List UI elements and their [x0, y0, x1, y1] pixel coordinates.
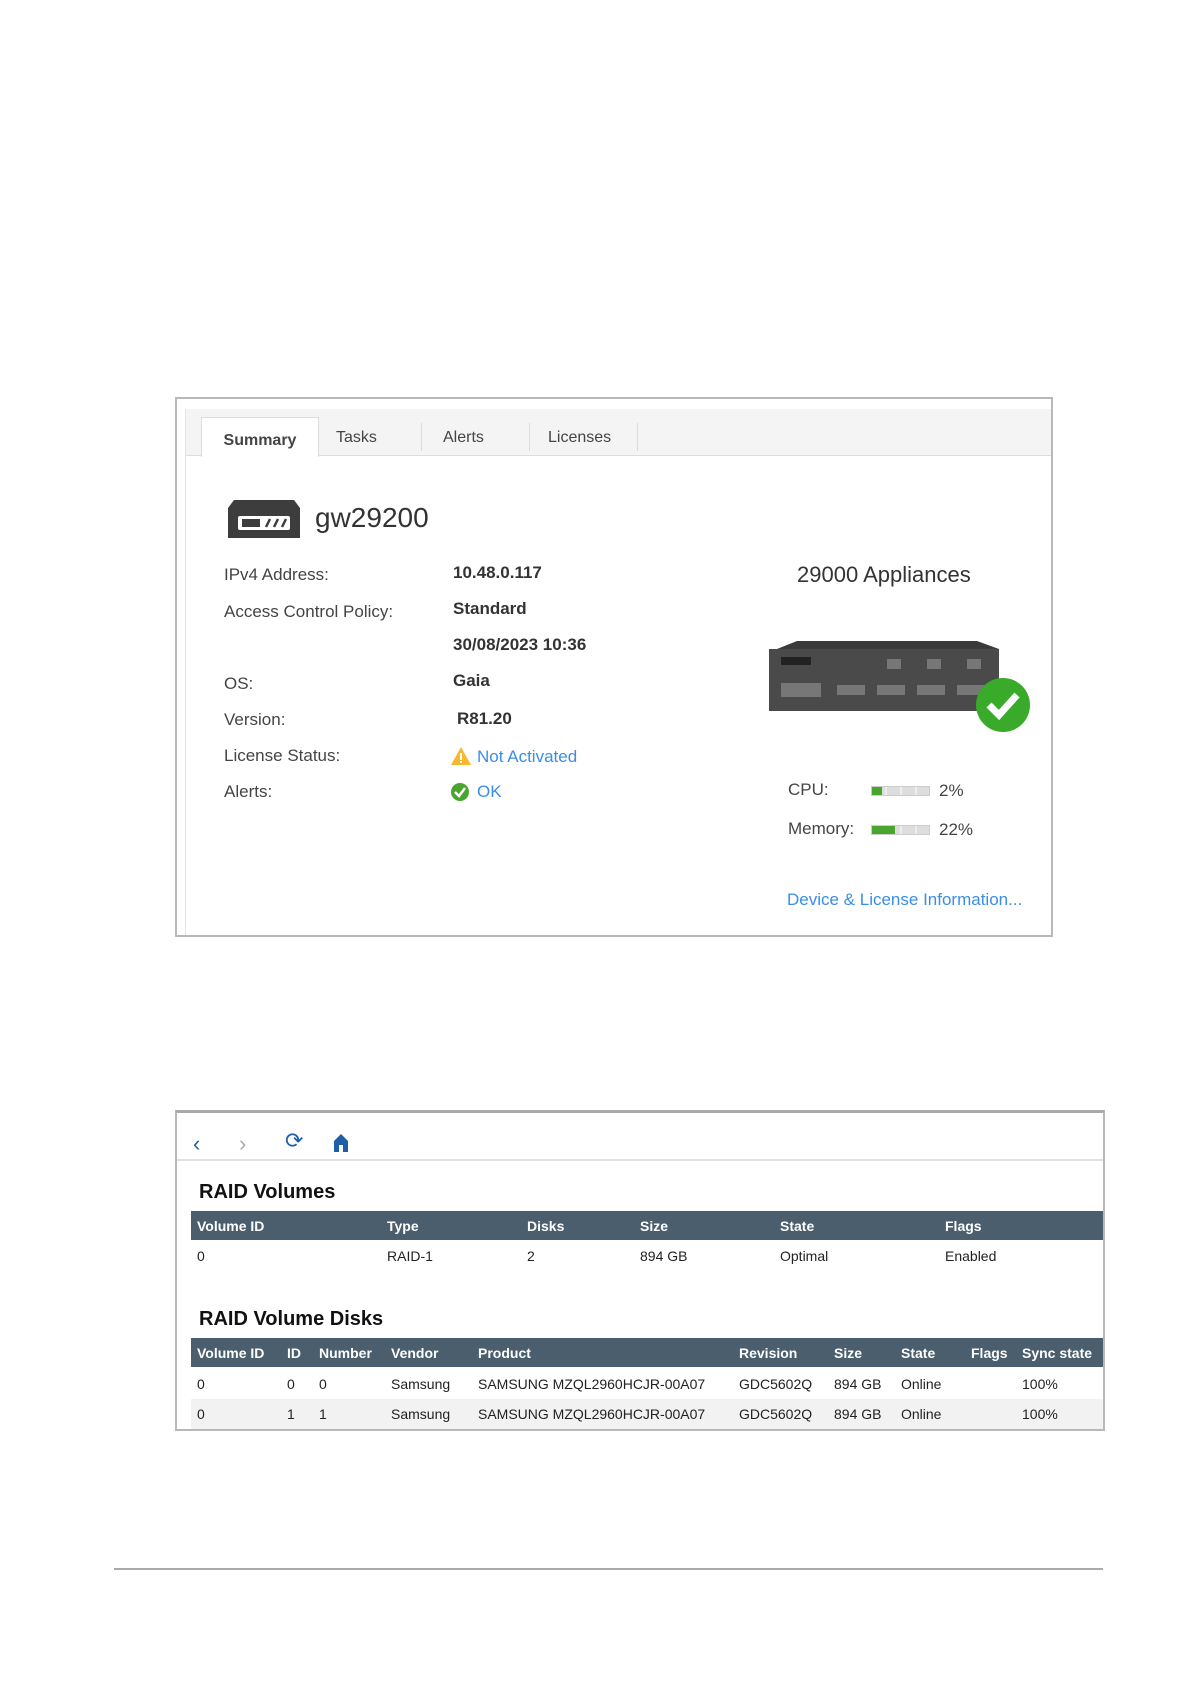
- column-header[interactable]: Disks: [527, 1218, 564, 1234]
- tab-tasks[interactable]: Tasks: [336, 417, 377, 457]
- version-label: Version:: [224, 710, 286, 729]
- policy-date: 30/08/2023 10:36: [453, 635, 587, 654]
- refresh-icon[interactable]: ⟳: [285, 1128, 303, 1154]
- version-value: R81.20: [457, 709, 512, 728]
- column-header[interactable]: Sync state: [1022, 1345, 1092, 1361]
- license-label: License Status:: [224, 746, 341, 765]
- tab-divider: [637, 423, 638, 451]
- table-cell: 100%: [1022, 1376, 1058, 1392]
- tab-summary[interactable]: Summary: [201, 417, 319, 457]
- forward-icon[interactable]: ›: [239, 1131, 246, 1157]
- column-header[interactable]: Revision: [739, 1345, 797, 1361]
- alerts-ok-link[interactable]: OK: [477, 782, 502, 802]
- os-label: OS:: [224, 674, 254, 693]
- table-cell: SAMSUNG MZQL2960HCJR-00A07: [478, 1376, 706, 1392]
- ok-check-icon: [451, 783, 469, 801]
- cpu-usage-bar: [871, 786, 930, 796]
- table-cell: Optimal: [780, 1248, 829, 1264]
- table-cell: Samsung: [391, 1376, 451, 1392]
- table-cell: GDC5602Q: [739, 1376, 813, 1392]
- ipv4-label: IPv4 Address:: [224, 565, 329, 584]
- raid-volumes-header: Volume ID Type Disks Size State Flags: [191, 1211, 1103, 1240]
- cpu-usage-fill: [872, 787, 883, 795]
- table-cell: 0: [197, 1248, 205, 1264]
- cpu-label: CPU:: [788, 780, 829, 799]
- column-header[interactable]: Flags: [971, 1345, 1008, 1361]
- memory-label: Memory:: [788, 819, 855, 838]
- column-header[interactable]: Flags: [945, 1218, 982, 1234]
- table-row[interactable]: 0 1 1 Samsung SAMSUNG MZQL2960HCJR-00A07 GDC5…: [191, 1399, 1103, 1429]
- table-cell: RAID-1: [387, 1248, 433, 1264]
- table-cell: Enabled: [945, 1248, 997, 1264]
- table-cell: 2: [527, 1248, 535, 1264]
- tab-divider: [529, 423, 530, 451]
- column-header[interactable]: Size: [640, 1218, 668, 1234]
- ipv4-value: 10.48.0.117: [453, 563, 542, 582]
- column-header[interactable]: State: [901, 1345, 935, 1361]
- footer-divider: [114, 1568, 1103, 1570]
- memory-usage-fill: [872, 826, 895, 834]
- device-license-info-link[interactable]: Device & License Information...: [787, 890, 1022, 910]
- toolbar-divider: [177, 1159, 1103, 1161]
- appliance-model: 29000 Appliances: [797, 562, 971, 587]
- column-header[interactable]: Number: [319, 1345, 372, 1361]
- memory-usage-bar: [871, 825, 930, 835]
- tab-licenses[interactable]: Licenses: [548, 417, 611, 457]
- appliance-image: [769, 641, 1030, 732]
- tab-divider: [421, 423, 422, 451]
- policy-value: Standard: [453, 599, 527, 618]
- warning-icon: [451, 747, 471, 765]
- table-cell: GDC5602Q: [739, 1406, 813, 1422]
- raid-volumes-title: RAID Volumes: [199, 1181, 336, 1203]
- table-cell: 894 GB: [834, 1376, 882, 1392]
- table-cell: 0: [319, 1376, 327, 1392]
- column-header[interactable]: Volume ID: [197, 1218, 264, 1234]
- column-header[interactable]: Vendor: [391, 1345, 438, 1361]
- tab-alerts[interactable]: Alerts: [443, 417, 484, 457]
- table-cell: 100%: [1022, 1406, 1058, 1422]
- gateway-summary-panel: Summary Tasks Alerts Licenses gw29200 IP…: [175, 397, 1053, 937]
- raid-disks-title: RAID Volume Disks: [199, 1308, 384, 1330]
- table-cell: Online: [901, 1406, 942, 1422]
- raid-panel: ‹ › ⟳ RAID Volumes Volume ID Type Disks Siz…: [175, 1110, 1105, 1431]
- table-cell: Samsung: [391, 1406, 451, 1422]
- tab-bar: Summary Tasks Alerts Licenses: [185, 409, 1051, 457]
- table-cell: 894 GB: [640, 1248, 688, 1264]
- license-status-link[interactable]: Not Activated: [477, 747, 577, 767]
- column-header[interactable]: ID: [287, 1345, 301, 1361]
- column-header[interactable]: Product: [478, 1345, 531, 1361]
- table-cell: SAMSUNG MZQL2960HCJR-00A07: [478, 1406, 706, 1422]
- cpu-value: 2%: [939, 781, 964, 800]
- column-header[interactable]: State: [780, 1218, 814, 1234]
- gateway-device-icon: [228, 500, 300, 538]
- table-cell: 1: [287, 1406, 295, 1422]
- memory-value: 22%: [939, 820, 974, 839]
- column-header[interactable]: Size: [834, 1345, 862, 1361]
- table-cell: Online: [901, 1376, 942, 1392]
- table-row[interactable]: 0 0 0 Samsung SAMSUNG MZQL2960HCJR-00A07 GDC5…: [191, 1369, 1103, 1399]
- raid-disks-header: Volume ID ID Number Vendor Product Revision Si…: [191, 1338, 1103, 1367]
- policy-label: Access Control Policy:: [224, 602, 394, 621]
- table-cell: 0: [287, 1376, 295, 1392]
- os-value: Gaia: [453, 671, 490, 690]
- summary-content: [185, 456, 186, 935]
- back-icon[interactable]: ‹: [193, 1131, 200, 1157]
- home-icon[interactable]: [333, 1133, 349, 1153]
- table-cell: 1: [319, 1406, 327, 1422]
- column-header[interactable]: Volume ID: [197, 1345, 264, 1361]
- table-cell: 0: [197, 1406, 205, 1422]
- table-row[interactable]: 0 RAID-1 2 894 GB Optimal Enabled: [191, 1241, 1103, 1271]
- table-cell: 0: [197, 1376, 205, 1392]
- alerts-label: Alerts:: [224, 782, 273, 801]
- column-header[interactable]: Type: [387, 1218, 419, 1234]
- table-cell: 894 GB: [834, 1406, 882, 1422]
- gateway-name: gw29200: [315, 502, 429, 533]
